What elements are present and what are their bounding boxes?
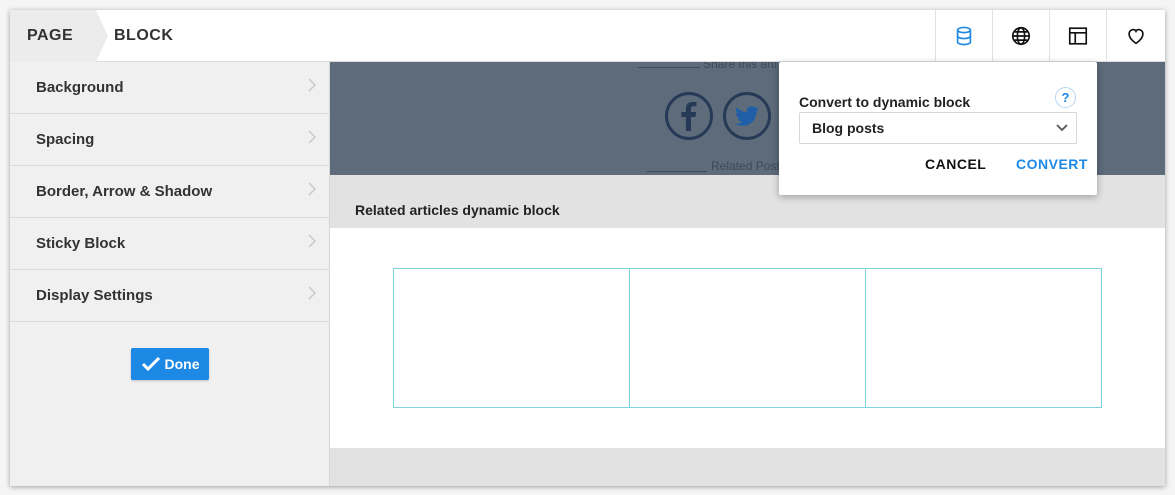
globe-icon bbox=[1011, 26, 1031, 46]
breadcrumb-block[interactable]: BLOCK bbox=[114, 10, 173, 62]
posts-grid[interactable] bbox=[393, 268, 1102, 408]
database-icon bbox=[956, 26, 972, 46]
chevron-right-icon bbox=[308, 286, 317, 300]
sidebar-item-background[interactable]: Background bbox=[10, 62, 329, 114]
share-text: Share this arti bbox=[703, 62, 778, 71]
grid-column[interactable] bbox=[866, 269, 1101, 407]
breadcrumb-page[interactable]: PAGE bbox=[10, 10, 108, 62]
cancel-button[interactable]: CANCEL bbox=[925, 156, 986, 172]
help-icon[interactable]: ? bbox=[1055, 87, 1076, 108]
chevron-right-icon bbox=[308, 130, 317, 144]
source-select[interactable]: Blog posts bbox=[799, 112, 1077, 144]
checkmark-icon bbox=[141, 356, 160, 372]
chevron-right-icon bbox=[308, 182, 317, 196]
done-label: Done bbox=[164, 356, 200, 372]
sidebar-item-sticky-block[interactable]: Sticky Block bbox=[10, 218, 329, 270]
sidebar-item-label: Display Settings bbox=[36, 287, 153, 304]
top-bar: PAGE BLOCK bbox=[10, 10, 1165, 62]
layout-button[interactable] bbox=[1049, 10, 1106, 62]
sidebar-item-label: Sticky Block bbox=[36, 235, 126, 252]
select-value: Blog posts bbox=[812, 120, 885, 136]
chevron-right-icon bbox=[308, 78, 317, 92]
done-button[interactable]: Done bbox=[131, 348, 209, 380]
chevron-right-icon bbox=[308, 234, 317, 248]
divider-line bbox=[647, 171, 707, 172]
related-block-label: Related articles dynamic block bbox=[330, 190, 1165, 228]
sidebar-item-label: Background bbox=[36, 79, 124, 96]
sidebar-item-display-settings[interactable]: Display Settings bbox=[10, 270, 329, 322]
grid-column[interactable] bbox=[630, 269, 866, 407]
heart-icon bbox=[1128, 28, 1144, 45]
twitter-icon bbox=[723, 92, 771, 140]
settings-sidebar: Background Spacing Border, Arrow & Shado… bbox=[10, 62, 330, 486]
convert-button[interactable]: CONVERT bbox=[1016, 156, 1088, 172]
sidebar-item-label: Spacing bbox=[36, 131, 95, 148]
global-block-button[interactable] bbox=[992, 10, 1049, 62]
divider-line bbox=[638, 67, 700, 68]
sidebar-item-border-arrow-shadow[interactable]: Border, Arrow & Shadow bbox=[10, 166, 329, 218]
sidebar-item-label: Border, Arrow & Shadow bbox=[36, 183, 213, 200]
chevron-down-icon bbox=[1056, 124, 1068, 132]
sidebar-item-spacing[interactable]: Spacing bbox=[10, 114, 329, 166]
facebook-icon bbox=[665, 92, 713, 140]
grid-column[interactable] bbox=[394, 269, 630, 407]
convert-dynamic-popover: Convert to dynamic block ? Blog posts CA… bbox=[779, 62, 1097, 195]
layout-icon bbox=[1068, 27, 1088, 45]
dynamic-block-content[interactable] bbox=[330, 228, 1165, 448]
editor-window: PAGE BLOCK Background Spacing Border, Ar… bbox=[10, 10, 1165, 486]
related-posts-text: Related Post bbox=[711, 159, 780, 173]
favorite-button[interactable] bbox=[1106, 10, 1165, 62]
popover-title: Convert to dynamic block bbox=[799, 94, 971, 110]
dynamic-block-button[interactable] bbox=[935, 10, 992, 62]
